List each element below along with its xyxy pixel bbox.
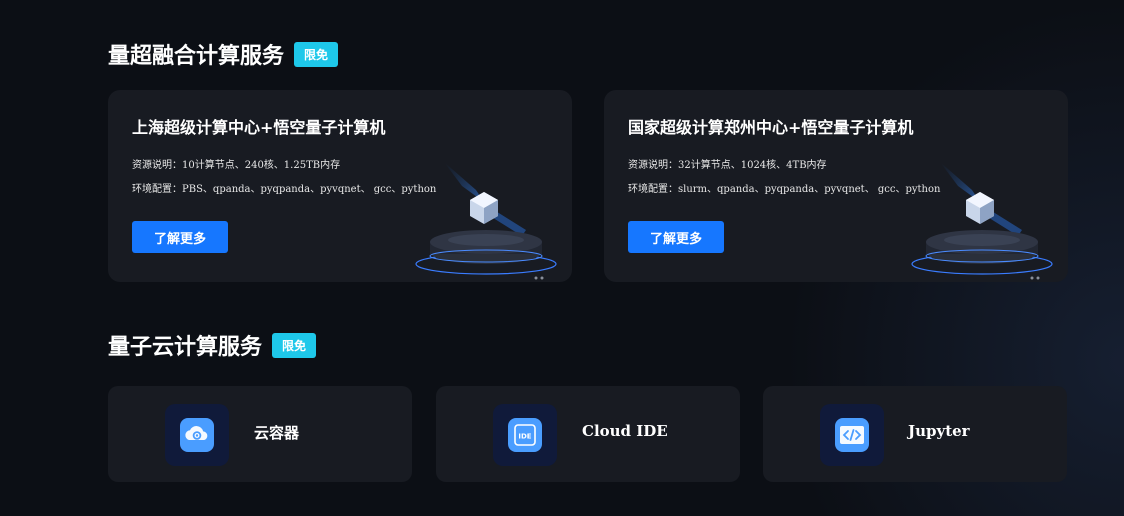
section-title-fusion: 量超融合计算服务 限免 (108, 38, 339, 70)
service-card-cloud-ide[interactable]: IDE Cloud IDE (436, 386, 740, 482)
learn-more-button[interactable]: 了解更多 (628, 221, 724, 253)
section-title-text: 量子云计算服务 (108, 335, 263, 360)
section-title-text: 量超融合计算服务 (108, 44, 285, 69)
service-card-container[interactable]: 云容器 (108, 386, 412, 482)
cloud-gear-icon (165, 404, 229, 466)
code-brackets-icon (820, 404, 884, 466)
card-environment: 环境配置：slurm、qpanda、pyqpanda、pyvqnet、 gcc、… (628, 184, 941, 195)
quantum-cube-illustration (415, 162, 557, 280)
card-environment: 环境配置：PBS、qpanda、pyqpanda、pyvqnet、 gcc、py… (132, 184, 437, 195)
card-resources: 资源说明：10计算节点、240核、1.25TB内存 (132, 160, 341, 171)
card-title: 上海超级计算中心+悟空量子计算机 (132, 118, 386, 137)
service-label: Jupyter (908, 422, 970, 440)
free-badge: 限免 (294, 41, 339, 67)
svg-text:IDE: IDE (518, 433, 531, 441)
quantum-cube-illustration (911, 162, 1053, 280)
card-zhengzhou: 国家超级计算郑州中心+悟空量子计算机 资源说明：32计算节点、1024核、4TB… (604, 90, 1068, 282)
free-badge: 限免 (272, 332, 317, 358)
service-label: 云容器 (254, 424, 300, 442)
section-title-cloud: 量子云计算服务 限免 (108, 329, 317, 361)
card-shanghai: 上海超级计算中心+悟空量子计算机 资源说明：10计算节点、240核、1.25TB… (108, 90, 572, 282)
ide-icon: IDE (493, 404, 557, 466)
card-title: 国家超级计算郑州中心+悟空量子计算机 (628, 118, 914, 137)
learn-more-button[interactable]: 了解更多 (132, 221, 228, 253)
service-card-jupyter[interactable]: Jupyter (763, 386, 1067, 482)
service-label: Cloud IDE (582, 422, 668, 440)
card-resources: 资源说明：32计算节点、1024核、4TB内存 (628, 160, 827, 171)
